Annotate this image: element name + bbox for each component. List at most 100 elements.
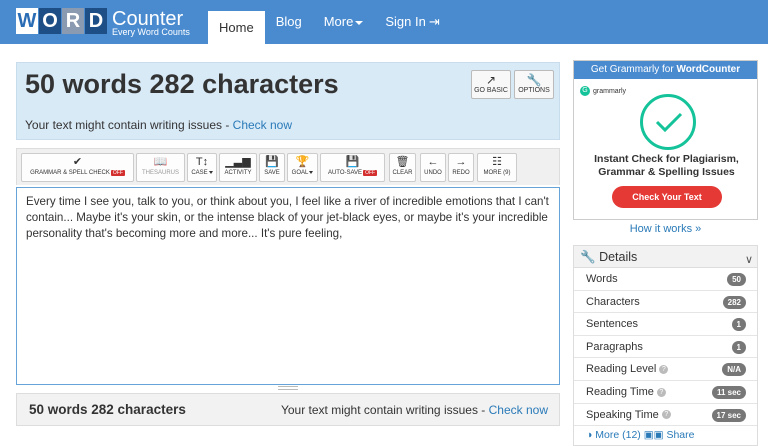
case-label: CASE (191, 170, 208, 176)
logo-letter-o: O (39, 8, 61, 34)
detail-value: 1 (731, 318, 746, 332)
arrow-right-icon: → (455, 156, 467, 168)
check-now-link[interactable]: Check now (233, 118, 292, 132)
goal-caret-icon (309, 170, 314, 174)
detail-row-characters: Characters 282 (574, 291, 757, 314)
auto-save-button[interactable]: 💾 AUTO-SAVE OFF (320, 153, 385, 182)
grammar-check-label: GRAMMAR & SPELL CHECK (30, 170, 110, 176)
footer-issues-text: Your text might contain writing issues - (280, 403, 489, 417)
activity-button[interactable]: ▁▃▆ ACTIVITY (219, 153, 257, 182)
count-panel: 50 words 282 characters Your text might … (16, 62, 560, 140)
case-caret-icon (208, 170, 213, 174)
bar-chart-icon: ▁▃▆ (225, 156, 251, 168)
redo-button[interactable]: → REDO (448, 153, 474, 182)
options-button[interactable]: 🔧 OPTIONS (514, 70, 554, 99)
detail-label: Characters (586, 295, 640, 308)
ad-line-1: Instant Check for Plagiarism, (594, 153, 739, 165)
top-navbar: W O R D Counter Every Word Counts Home B… (0, 0, 768, 44)
grammarly-g-icon: G (580, 86, 590, 96)
ad-line-2: Grammar & Spelling Issues (598, 166, 735, 178)
auto-save-off-badge: OFF (363, 170, 378, 176)
logo-letter-w: W (16, 8, 38, 34)
details-panel: 🔧 Details ∨ Words 50 Characters 282 Senten… (573, 245, 758, 446)
detail-row-speaking-time: Speaking Time? 17 sec (574, 404, 757, 427)
logo-text: Counter Every Word Counts (112, 8, 190, 37)
editor-toolbar: ✔ GRAMMAR & SPELL CHECK OFF 📖 THESAURUS T… (16, 148, 560, 185)
go-basic-button[interactable]: ↗ GO BASIC (471, 70, 511, 99)
activity-label: ACTIVITY (224, 170, 252, 176)
thesaurus-button[interactable]: 📖 THESAURUS (136, 153, 185, 182)
nav-signin[interactable]: Sign In ⇥ (374, 0, 450, 44)
arrow-left-icon: ← (427, 156, 439, 168)
grammar-off-badge: OFF (110, 170, 125, 176)
question-icon[interactable]: ? (656, 387, 666, 397)
more-tools-button[interactable]: ☷ MORE (9) (477, 153, 517, 182)
check-circle-icon (640, 94, 696, 150)
grammarly-brand-text: grammarly (593, 87, 627, 95)
wrench-icon: 🔧 (580, 250, 596, 264)
text-height-icon: T↕ (195, 156, 209, 168)
detail-label: Sentences (586, 318, 638, 331)
share-link[interactable]: Share (666, 429, 694, 441)
undo-button[interactable]: ← UNDO (420, 153, 446, 182)
logo-tagline: Every Word Counts (112, 27, 190, 37)
detail-value: 282 (722, 295, 746, 309)
redo-label: REDO (452, 170, 470, 176)
save-button[interactable]: 💾 SAVE (259, 153, 285, 182)
ad-header-brand: WordCounter (676, 64, 741, 75)
nav-more[interactable]: More (313, 0, 375, 44)
auto-save-label: AUTO-SAVE (327, 170, 363, 176)
nav-signin-label: Sign In (385, 14, 426, 29)
trophy-icon: 🏆 (295, 156, 310, 168)
more-tools-label: MORE (9) (483, 170, 511, 176)
logo-letter-d: D (85, 8, 107, 34)
nav-home[interactable]: Home (208, 11, 265, 44)
details-more-link[interactable]: More (12) (595, 429, 641, 441)
nav-blog[interactable]: Blog (265, 0, 313, 44)
twitter-icon: ▣ (653, 429, 664, 442)
detail-row-paragraphs: Paragraphs 1 (574, 336, 757, 359)
detail-value: 17 sec (711, 408, 746, 422)
page-title: 50 words 282 characters (25, 69, 339, 99)
detail-label: Paragraphs (586, 340, 643, 353)
footer-writing-issues: Your text might contain writing issues -… (281, 403, 548, 417)
detail-row-sentences: Sentences 1 (574, 313, 757, 336)
detail-value: 1 (731, 340, 746, 354)
details-footer: ◑ More (12) ▣▣ Share (574, 426, 757, 444)
ad-headline: Instant Check for Plagiarism, Grammar & … (574, 153, 759, 179)
question-icon[interactable]: ? (659, 364, 669, 374)
case-button[interactable]: T↕ CASE (187, 153, 217, 182)
save-icon: 💾 (265, 156, 279, 168)
toggle-icon: ◑ (586, 429, 593, 442)
clear-button[interactable]: 🗑 CLEAR (389, 153, 416, 182)
how-it-works-link[interactable]: How it works » (573, 223, 758, 235)
grammar-check-button[interactable]: ✔ GRAMMAR & SPELL CHECK OFF (21, 153, 134, 182)
detail-row-reading-level: Reading Level? N/A (574, 358, 757, 381)
goal-button[interactable]: 🏆 GOAL (287, 153, 318, 182)
undo-label: UNDO (424, 170, 442, 176)
footer-word-count: 50 words 282 characters (29, 402, 186, 417)
check-your-text-button[interactable]: Check Your Text (612, 186, 722, 208)
caret-down-icon (355, 20, 364, 25)
detail-value: N/A (722, 363, 746, 377)
footer-check-now-link[interactable]: Check now (489, 403, 548, 417)
editor-resize-handle[interactable] (278, 386, 298, 390)
external-link-icon: ↗ (485, 73, 497, 87)
question-icon[interactable]: ? (661, 410, 671, 420)
clear-label: CLEAR (392, 170, 413, 176)
main-nav: Home Blog More Sign In ⇥ (208, 0, 451, 44)
grammarly-logo: Ggrammarly (580, 86, 626, 96)
footer-count-bar: 50 words 282 characters Your text might … (16, 393, 560, 426)
detail-value: 50 (727, 273, 746, 286)
ad-header: Get Grammarly for WordCounter (574, 61, 757, 79)
nav-more-label: More (323, 14, 354, 29)
detail-label: Words (586, 273, 618, 285)
detail-label: Reading Level (586, 363, 657, 376)
grammarly-ad[interactable]: Get Grammarly for WordCounter Ggrammarly… (573, 60, 758, 220)
auto-save-icon: 💾 (345, 156, 360, 168)
details-header[interactable]: 🔧 Details ∨ (574, 246, 757, 268)
site-logo[interactable]: W O R D Counter Every Word Counts (16, 8, 190, 38)
book-icon: 📖 (153, 156, 168, 168)
text-editor[interactable]: Every time I see you, talk to you, or th… (16, 187, 560, 385)
trash-icon: 🗑 (395, 156, 410, 168)
